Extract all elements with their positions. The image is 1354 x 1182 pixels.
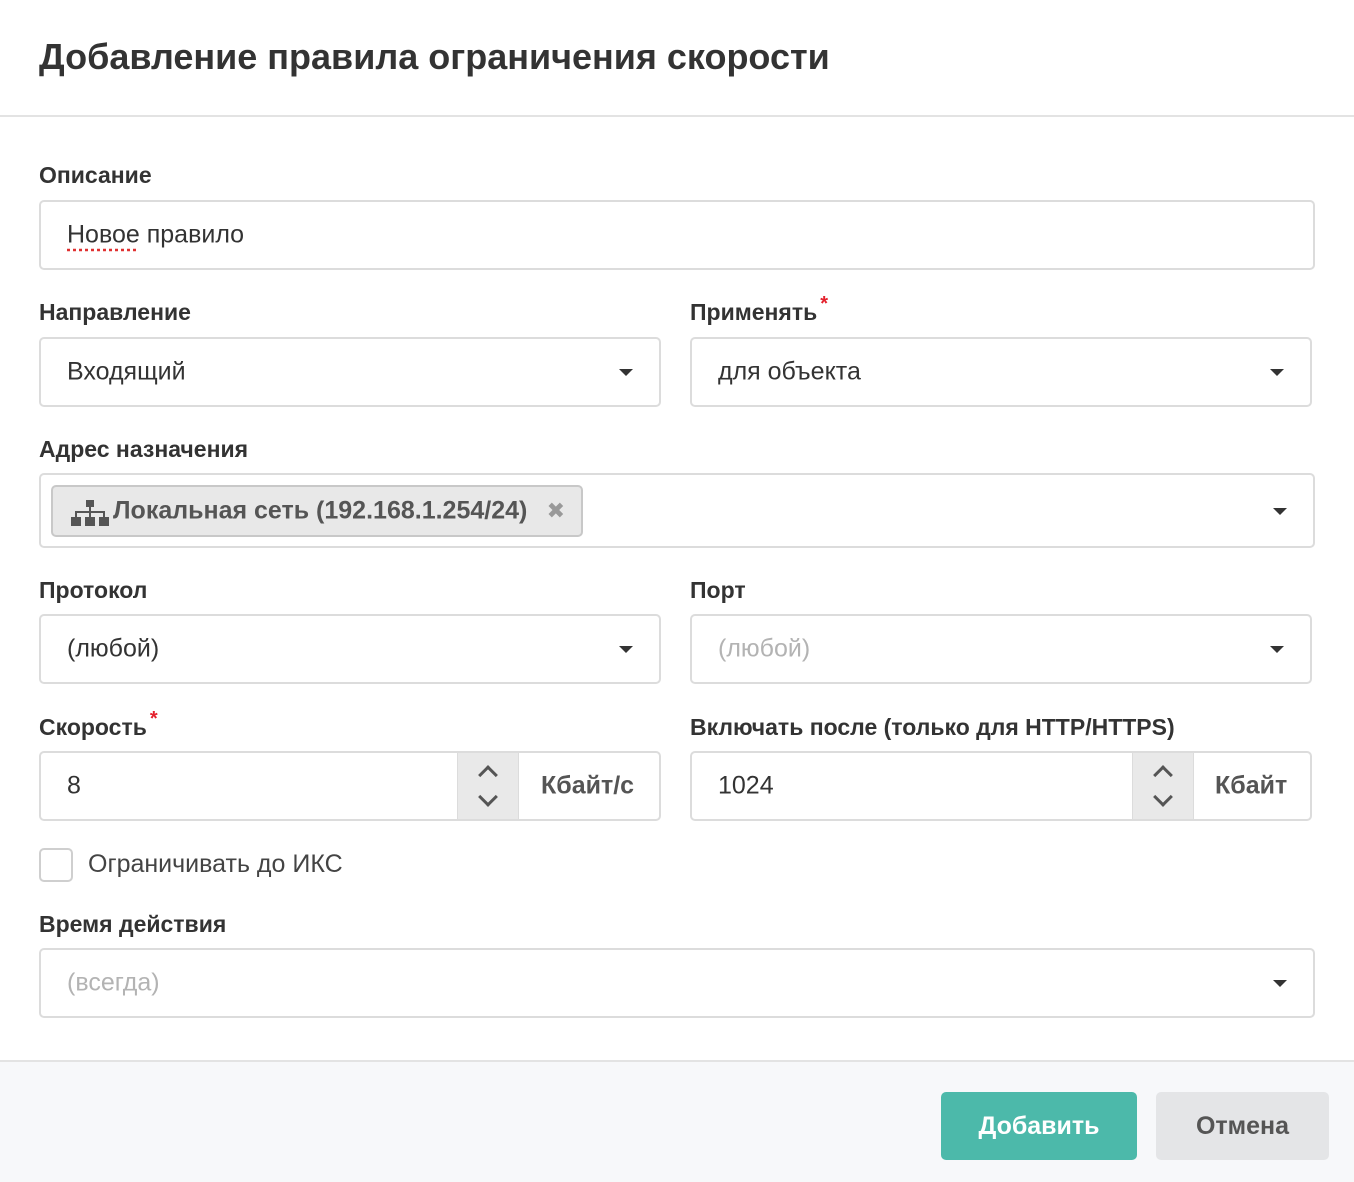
chevron-down-icon xyxy=(619,646,633,653)
speed-label: Скорость * xyxy=(39,708,158,741)
speed-input[interactable]: 8 xyxy=(41,753,457,819)
dialog-footer: Добавить Отмена xyxy=(0,1060,1354,1182)
port-label: Порт xyxy=(690,577,746,603)
direction-value: Входящий xyxy=(67,357,186,386)
chevron-down-icon xyxy=(1273,980,1287,987)
description-input[interactable]: Новое правило xyxy=(39,200,1315,270)
chevron-up-icon[interactable] xyxy=(1153,765,1173,785)
protocol-value: (любой) xyxy=(67,634,160,663)
apply-label-text: Применять xyxy=(690,299,818,325)
required-mark: * xyxy=(820,293,829,315)
apply-value: для объекта xyxy=(718,357,861,386)
speed-value: 8 xyxy=(67,771,81,800)
enable-after-field: 1024 Кбайт xyxy=(690,751,1312,821)
dialog-title: Добавление правила ограничения скорости xyxy=(39,36,830,77)
spellcheck-word: Новое xyxy=(67,220,140,249)
speed-label-text: Скорость xyxy=(39,714,147,740)
limit-to-ics-label[interactable]: Ограничивать до ИКС xyxy=(88,850,343,879)
required-mark: * xyxy=(149,708,158,730)
apply-select[interactable]: для объекта xyxy=(690,337,1312,407)
protocol-select[interactable]: (любой) xyxy=(39,614,661,684)
speed-unit: Кбайт/с xyxy=(541,771,635,800)
chevron-down-icon[interactable] xyxy=(1153,787,1173,807)
description-value-rest: правило xyxy=(139,220,245,249)
port-placeholder: (любой) xyxy=(718,634,811,663)
chevron-up-icon[interactable] xyxy=(478,765,498,785)
add-button[interactable]: Добавить xyxy=(941,1092,1137,1160)
port-select[interactable]: (любой) xyxy=(690,614,1312,684)
chevron-down-icon xyxy=(619,369,633,376)
enable-after-input[interactable]: 1024 xyxy=(692,753,1132,819)
apply-label: Применять * xyxy=(690,293,828,326)
chevron-down-icon[interactable] xyxy=(478,787,498,807)
cancel-button[interactable]: Отмена xyxy=(1156,1092,1329,1160)
schedule-label: Время действия xyxy=(39,911,227,937)
destination-tag: Локальная сеть (192.168.1.254/24) ✖ xyxy=(51,485,583,537)
schedule-placeholder: (всегда) xyxy=(67,968,160,997)
chevron-down-icon xyxy=(1270,369,1284,376)
direction-label: Направление xyxy=(39,299,191,325)
chevron-down-icon xyxy=(1273,507,1287,515)
destination-label: Адрес назначения xyxy=(39,436,249,462)
destination-tag-label: Локальная сеть (192.168.1.254/24) xyxy=(113,496,528,525)
schedule-select[interactable]: (всегда) xyxy=(39,948,1315,1018)
enable-after-unit: Кбайт xyxy=(1215,771,1288,800)
enable-after-value: 1024 xyxy=(718,771,774,800)
protocol-label: Протокол xyxy=(39,577,148,603)
chevron-down-icon xyxy=(1270,646,1284,653)
speed-field: 8 Кбайт/с xyxy=(39,751,661,821)
enable-after-stepper[interactable] xyxy=(1132,753,1194,819)
description-value: Новое правило xyxy=(67,221,244,250)
network-icon xyxy=(71,500,109,526)
enable-after-label: Включать после (только для HTTP/HTTPS) xyxy=(690,714,1175,740)
destination-select[interactable]: Локальная сеть (192.168.1.254/24) ✖ xyxy=(39,473,1315,548)
direction-select[interactable]: Входящий xyxy=(39,337,661,407)
speed-stepper[interactable] xyxy=(457,753,519,819)
description-label: Описание xyxy=(39,162,152,188)
dialog-header: Добавление правила ограничения скорости xyxy=(0,0,1354,117)
close-icon[interactable]: ✖ xyxy=(547,498,565,524)
limit-to-ics-checkbox[interactable] xyxy=(39,848,73,882)
